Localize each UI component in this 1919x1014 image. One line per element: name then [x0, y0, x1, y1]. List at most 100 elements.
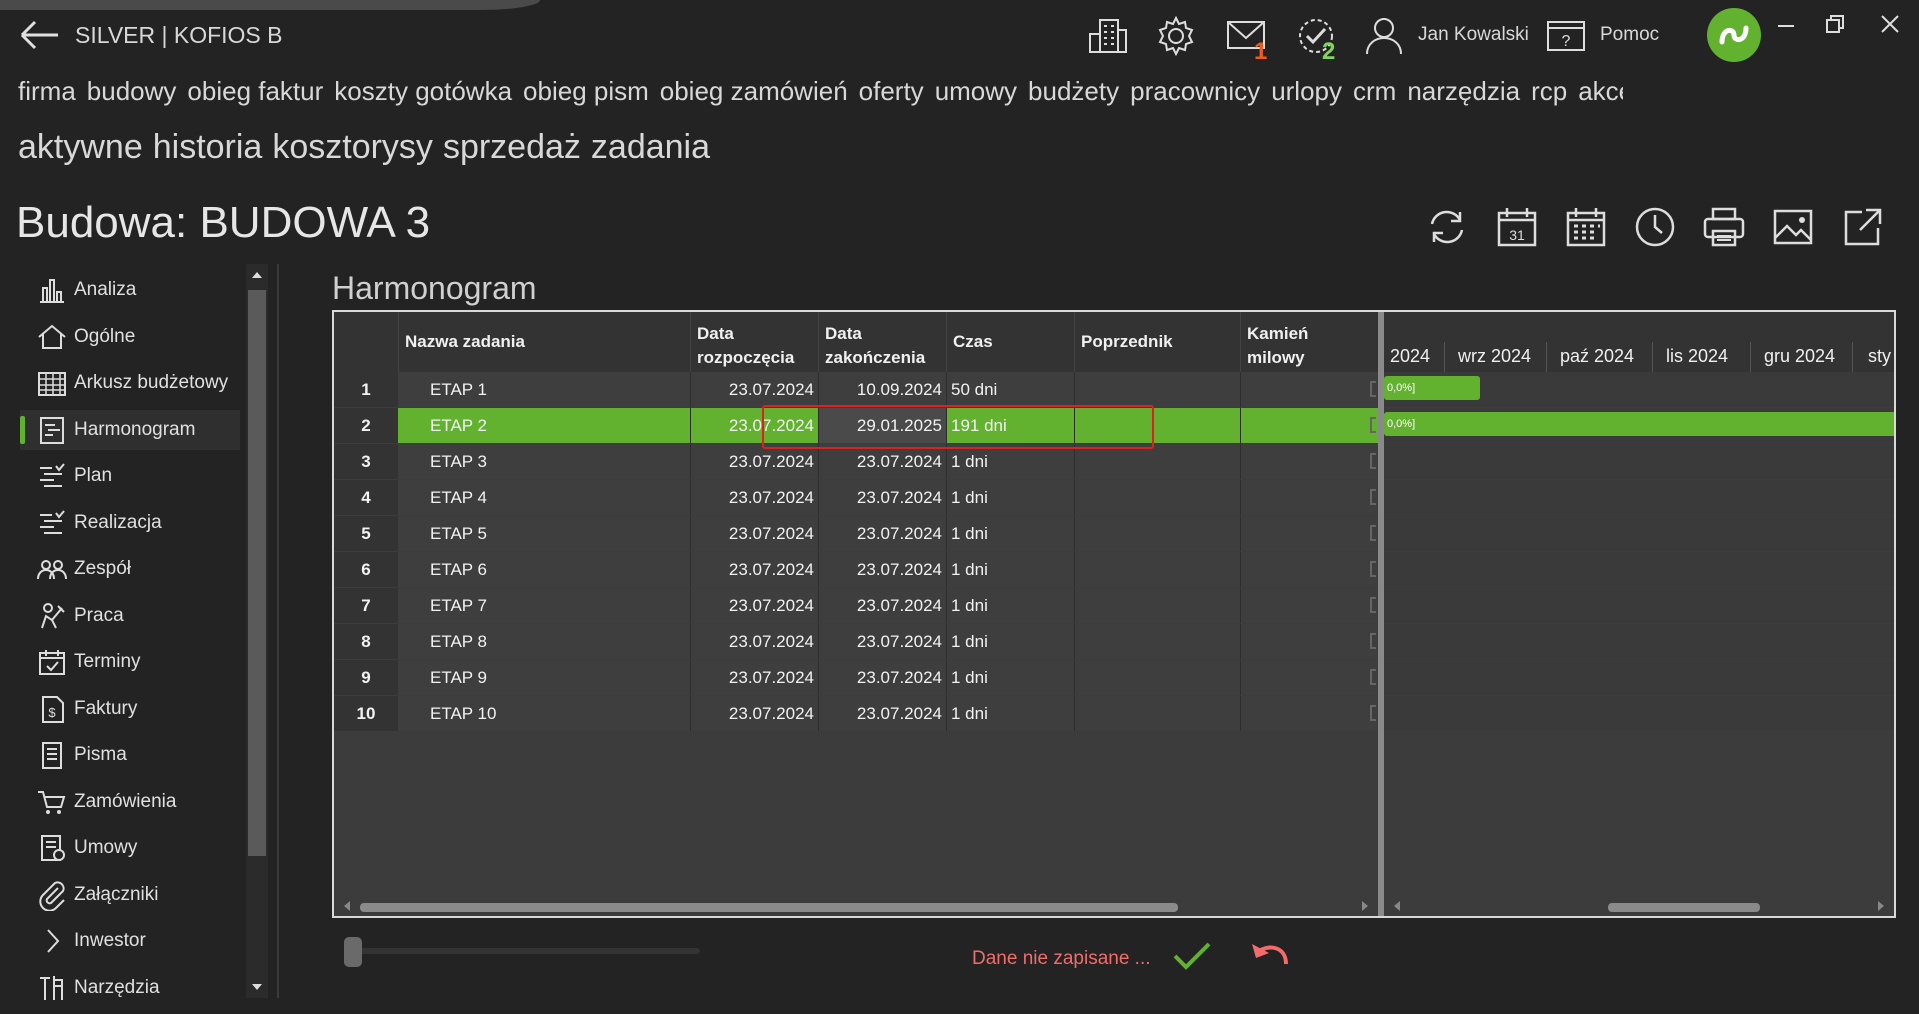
sidebar-item-arkusz budżetowy[interactable]: Arkusz budżetowy — [20, 363, 240, 403]
milestone-checkbox[interactable] — [1370, 705, 1376, 721]
back-arrow-icon[interactable] — [18, 18, 62, 52]
scroll-up-icon[interactable] — [246, 264, 268, 286]
predecessor[interactable] — [1074, 372, 1240, 407]
end-date[interactable]: 23.07.2024 — [818, 696, 946, 731]
table-row[interactable]: 6 ETAP 6 23.07.2024 23.07.2024 1 dni — [334, 552, 1378, 588]
start-date[interactable]: 23.07.2024 — [690, 696, 818, 731]
predecessor[interactable] — [1074, 516, 1240, 551]
timeline-scroll-thumb[interactable] — [1608, 903, 1760, 912]
sidebar-item-praca[interactable]: Praca — [20, 596, 240, 636]
milestone[interactable] — [1240, 444, 1378, 479]
table-row[interactable]: 8 ETAP 8 23.07.2024 23.07.2024 1 dni — [334, 624, 1378, 660]
predecessor[interactable] — [1074, 660, 1240, 695]
duration[interactable]: 1 dni — [946, 588, 1074, 623]
start-date[interactable]: 23.07.2024 — [690, 372, 818, 407]
predecessor[interactable] — [1074, 444, 1240, 479]
nav-item-10[interactable]: urlopy — [1271, 76, 1342, 112]
calendar-day-icon[interactable]: 31 — [1494, 204, 1540, 250]
close-icon[interactable] — [1870, 10, 1910, 40]
settings-gear-icon[interactable] — [1154, 14, 1198, 58]
predecessor[interactable] — [1074, 624, 1240, 659]
timeline-scroll-left-icon[interactable] — [1388, 896, 1408, 916]
help-icon[interactable]: ? — [1544, 14, 1588, 58]
timeline-horizontal-scrollbar[interactable] — [1384, 896, 1894, 916]
start-date[interactable]: 23.07.2024 — [690, 444, 818, 479]
predecessor[interactable] — [1074, 480, 1240, 515]
save-check-icon[interactable] — [1170, 938, 1214, 974]
scroll-down-icon[interactable] — [246, 976, 268, 998]
sidebar-item-inwestor[interactable]: Inwestor — [20, 921, 240, 961]
nav-item-3[interactable]: koszty gotówka — [334, 76, 512, 112]
table-row[interactable]: 1 ETAP 1 23.07.2024 10.09.2024 50 dni — [334, 372, 1378, 408]
restore-icon[interactable] — [1814, 10, 1854, 40]
milestone[interactable] — [1240, 696, 1378, 731]
predecessor[interactable] — [1074, 552, 1240, 587]
duration[interactable]: 50 dni — [946, 372, 1074, 407]
task-name[interactable]: ETAP 9 — [398, 660, 690, 695]
milestone-checkbox[interactable] — [1370, 561, 1376, 577]
header-start[interactable]: Data rozpoczęcia — [690, 312, 818, 372]
end-date[interactable]: 10.09.2024 — [818, 372, 946, 407]
sidebar-item-pisma[interactable]: Pisma — [20, 735, 240, 775]
milestone-checkbox[interactable] — [1370, 381, 1376, 397]
task-name[interactable]: ETAP 8 — [398, 624, 690, 659]
header-name[interactable]: Nazwa zadania — [398, 312, 690, 372]
gantt-bar[interactable]: 0,0%] — [1384, 412, 1894, 436]
scroll-right-icon[interactable] — [1354, 896, 1374, 916]
duration[interactable]: 1 dni — [946, 516, 1074, 551]
task-name[interactable]: ETAP 1 — [398, 372, 690, 407]
milestone-checkbox[interactable] — [1370, 489, 1376, 505]
sidebar-item-harmonogram[interactable]: Harmonogram — [20, 409, 240, 450]
milestone[interactable] — [1240, 552, 1378, 587]
task-name[interactable]: ETAP 10 — [398, 696, 690, 731]
grid-horizontal-scrollbar[interactable] — [334, 896, 1378, 916]
end-date[interactable]: 23.07.2024 — [818, 660, 946, 695]
nav-item-1[interactable]: budowy — [87, 76, 177, 112]
nav-item-12[interactable]: narzędzia — [1407, 76, 1520, 112]
end-date[interactable]: 23.07.2024 — [818, 444, 946, 479]
duration[interactable]: 1 dni — [946, 660, 1074, 695]
milestone-checkbox[interactable] — [1370, 597, 1376, 613]
subnav-item-2[interactable]: kosztorysy — [272, 128, 433, 166]
subnav-item-1[interactable]: historia — [153, 128, 263, 166]
milestone-checkbox[interactable] — [1370, 633, 1376, 649]
milestone[interactable] — [1240, 588, 1378, 623]
table-row[interactable]: 4 ETAP 4 23.07.2024 23.07.2024 1 dni — [334, 480, 1378, 516]
milestone[interactable] — [1240, 372, 1378, 407]
nav-item-8[interactable]: budżety — [1028, 76, 1119, 112]
duration[interactable]: 1 dni — [946, 696, 1074, 731]
sidebar-item-narzędzia[interactable]: Narzędzia — [20, 968, 240, 1008]
calendar-grid-icon[interactable] — [1563, 204, 1609, 250]
subnav-item-3[interactable]: sprzedaż — [443, 128, 581, 166]
nav-item-11[interactable]: crm — [1353, 76, 1396, 112]
predecessor[interactable] — [1074, 696, 1240, 731]
sidebar-item-plan[interactable]: Plan — [20, 456, 240, 496]
start-date[interactable]: 23.07.2024 — [690, 516, 818, 551]
sidebar-item-analiza[interactable]: Analiza — [20, 270, 240, 310]
sidebar-item-faktury[interactable]: $ Faktury — [20, 689, 240, 729]
milestone-checkbox[interactable] — [1370, 525, 1376, 541]
table-row[interactable]: 7 ETAP 7 23.07.2024 23.07.2024 1 dni — [334, 588, 1378, 624]
sidebar-item-ogólne[interactable]: Ogólne — [20, 317, 240, 357]
gantt-bar[interactable]: 0,0%] — [1384, 376, 1480, 400]
sidebar-scrollbar[interactable] — [246, 264, 268, 998]
milestone[interactable] — [1240, 408, 1378, 443]
zoom-slider-track[interactable] — [350, 948, 700, 954]
image-export-icon[interactable] — [1770, 204, 1816, 250]
duration[interactable]: 1 dni — [946, 444, 1074, 479]
table-row[interactable]: 3 ETAP 3 23.07.2024 23.07.2024 1 dni — [334, 444, 1378, 480]
task-name[interactable]: ETAP 3 — [398, 444, 690, 479]
task-name[interactable]: ETAP 7 — [398, 588, 690, 623]
task-name[interactable]: ETAP 6 — [398, 552, 690, 587]
duration[interactable]: 1 dni — [946, 624, 1074, 659]
nav-item-9[interactable]: pracownicy — [1130, 76, 1260, 112]
start-date[interactable]: 23.07.2024 — [690, 480, 818, 515]
milestone[interactable] — [1240, 624, 1378, 659]
duration[interactable]: 1 dni — [946, 480, 1074, 515]
predecessor[interactable] — [1074, 588, 1240, 623]
subnav-item-0[interactable]: aktywne — [18, 128, 143, 166]
end-date[interactable]: 23.07.2024 — [818, 552, 946, 587]
end-date[interactable]: 23.07.2024 — [818, 588, 946, 623]
grid-scroll-thumb[interactable] — [360, 903, 1178, 912]
nav-item-6[interactable]: oferty — [859, 76, 924, 112]
